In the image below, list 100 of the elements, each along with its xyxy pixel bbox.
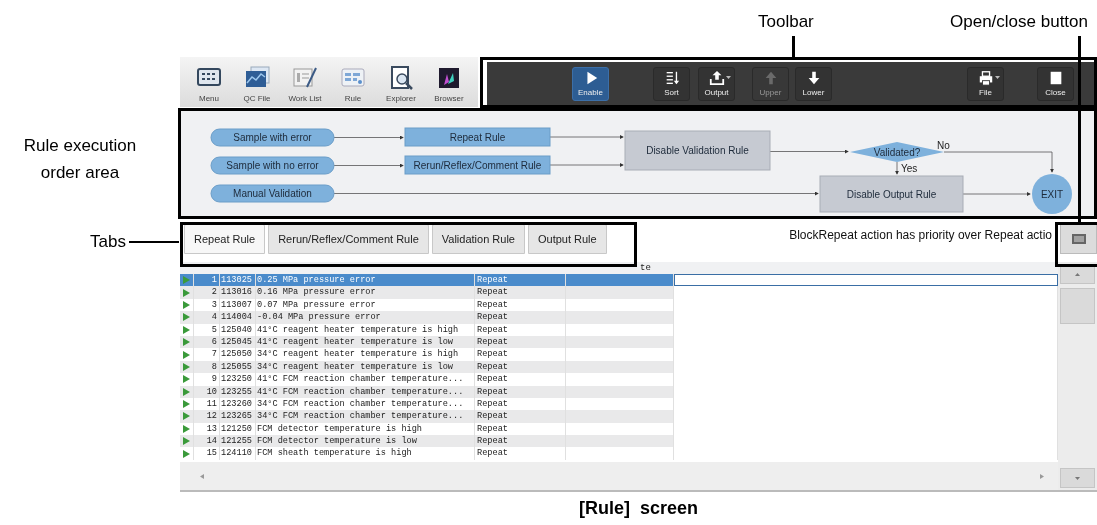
nav-button[interactable]: Rule xyxy=(332,65,374,103)
table-cell: 34°C FCM reaction chamber temperature... xyxy=(256,410,475,423)
table-cell: 41°C reagent heater temperature is low xyxy=(256,335,475,349)
table-cell: Repeat xyxy=(475,360,566,374)
nav-button[interactable]: Menu xyxy=(188,65,230,103)
start-node: Sample with error xyxy=(210,128,335,147)
toolbar-button[interactable]: Lower xyxy=(795,67,832,101)
table-cell: Repeat xyxy=(475,311,566,324)
highlight-frame xyxy=(1055,222,1097,267)
priority-notice: BlockRepeat action has priority over Repeat actio xyxy=(788,228,1053,242)
down-arrow-icon xyxy=(1075,476,1080,480)
callout-label: Rule execution order area xyxy=(22,135,138,184)
table-cell: 7 xyxy=(194,348,220,361)
table-cell: 121255 xyxy=(220,435,256,448)
table-cell: Repeat xyxy=(475,373,566,386)
toolbar-button[interactable]: Sort xyxy=(653,67,690,101)
table-cell: FCM sheath temperature is high xyxy=(256,447,475,460)
table-cell: Repeat xyxy=(475,348,566,361)
toolbar-button[interactable]: Close xyxy=(1037,67,1074,101)
leader-line xyxy=(129,241,179,243)
nav-button[interactable]: QC File xyxy=(236,65,278,103)
table-row[interactable]: 9 123250 41°C FCM reaction chamber temperature... Repeat xyxy=(180,373,1058,386)
magnifier-icon xyxy=(388,65,414,91)
table-cell: 123265 xyxy=(220,410,256,423)
table-row[interactable]: 10 123255 41°C FCM reaction chamber temperature... Repeat xyxy=(180,385,1058,398)
table-cell: 114004 xyxy=(220,311,256,324)
open-close-button[interactable] xyxy=(1060,224,1097,254)
table-cell: Repeat xyxy=(475,274,566,287)
table-cell: 5 xyxy=(194,323,220,336)
tab[interactable]: Rerun/Reflex/Comment Rule xyxy=(268,224,429,254)
table-row[interactable]: 5 125040 41°C reagent heater temperature is high Repeat xyxy=(180,323,1058,336)
table-row[interactable]: 1 113025 0.25 MPa pressure error Repeat xyxy=(180,274,1058,287)
table-cell: 123250 xyxy=(220,373,256,386)
table-cell: 10 xyxy=(194,385,220,398)
toolbar-button[interactable]: File xyxy=(967,67,1004,101)
table-cell: Repeat xyxy=(475,323,566,336)
figure-caption: [Rule] screen xyxy=(577,498,699,519)
table-cell: 125045 xyxy=(220,335,256,349)
start-node: Sample with no error xyxy=(210,156,335,175)
table-row[interactable]: 14 121255 FCM detector temperature is low Repeat xyxy=(180,435,1058,448)
start-node: Manual Validation xyxy=(210,184,335,203)
table-row[interactable]: 7 125050 34°C reagent heater temperature is high Repeat xyxy=(180,348,1058,361)
table-row[interactable]: 15 124110 FCM sheath temperature is high Repeat xyxy=(180,447,1058,460)
table-cell: 6 xyxy=(194,335,220,349)
table-row[interactable]: 4 114004 -0.04 MPa pressure error Repeat xyxy=(180,311,1058,324)
table-cell: Repeat xyxy=(475,385,566,398)
process-box: Disable Output Rule xyxy=(819,175,964,213)
table-row[interactable]: 12 123265 34°C FCM reaction chamber temperature... Repeat xyxy=(180,410,1058,423)
table-cell: Repeat xyxy=(475,410,566,423)
callout-label: Toolbar xyxy=(758,12,814,32)
exit-node: EXIT xyxy=(1032,174,1072,214)
scroll-down-button[interactable] xyxy=(1060,468,1095,488)
table-cell: 125055 xyxy=(220,360,256,374)
leader-line xyxy=(792,36,795,58)
table-row[interactable]: 2 113016 0.16 MPa pressure error Repeat xyxy=(180,286,1058,299)
printer-icon xyxy=(977,70,994,86)
nav-button[interactable]: Browser xyxy=(428,65,470,103)
table-cell: 34°C reagent heater temperature is low xyxy=(256,360,475,374)
horizontal-scrollbar[interactable] xyxy=(180,462,1058,490)
table-cell: 9 xyxy=(194,373,220,386)
table-row[interactable]: 8 125055 34°C reagent heater temperature is low Repeat xyxy=(180,360,1058,374)
table-cell: 1 xyxy=(194,274,220,287)
table-cell: 4 xyxy=(194,311,220,324)
table-cell: Repeat xyxy=(475,447,566,460)
table-cell: Repeat xyxy=(475,435,566,448)
table-cell: 123255 xyxy=(220,385,256,398)
scroll-thumb[interactable] xyxy=(1060,288,1095,324)
process-box: Disable Validation Rule xyxy=(624,130,771,171)
table-cell: 2 xyxy=(194,286,220,299)
table-cell: 0.25 MPa pressure error xyxy=(256,274,475,287)
tab[interactable]: Output Rule xyxy=(527,224,607,254)
table-cell: 8 xyxy=(194,360,220,374)
callout-label: Open/close button xyxy=(950,12,1088,32)
table-cell: 124110 xyxy=(220,447,256,460)
branch-label: Yes xyxy=(901,163,918,174)
tab[interactable]: Validation Rule xyxy=(431,224,525,254)
table-cell: 125050 xyxy=(220,348,256,361)
table-cell: 41°C FCM reaction chamber temperature... xyxy=(256,373,475,386)
right-arrow-icon xyxy=(1040,473,1044,479)
table-cell: 14 xyxy=(194,435,220,448)
table-cell: 113025 xyxy=(220,274,256,287)
toolbar-button[interactable]: Output xyxy=(698,67,735,101)
upload-icon xyxy=(708,70,725,86)
table-cell: 12 xyxy=(194,410,220,423)
table-cell: 125040 xyxy=(220,323,256,336)
table-cell: 113016 xyxy=(220,286,256,299)
table-cell: Repeat xyxy=(475,335,566,349)
column-header: te xyxy=(640,262,651,274)
table-cell: 41°C FCM reaction chamber temperature... xyxy=(256,385,475,398)
table-row[interactable]: 6 125045 41°C reagent heater temperature is low Repeat xyxy=(180,335,1058,349)
callout-label: Tabs xyxy=(90,232,126,252)
tab[interactable]: Repeat Rule xyxy=(184,224,266,254)
table-cell: FCM detector temperature is low xyxy=(256,435,475,448)
nav-button[interactable]: Work List xyxy=(284,65,326,103)
table-cell: 41°C reagent heater temperature is high xyxy=(256,323,475,336)
table-cell: 0.16 MPa pressure error xyxy=(256,286,475,299)
toolbar-button[interactable]: Enable xyxy=(572,67,609,101)
table-cell: 34°C reagent heater temperature is high xyxy=(256,348,475,361)
nav-button[interactable]: Explorer xyxy=(380,65,422,103)
table-cell: Repeat xyxy=(475,286,566,299)
